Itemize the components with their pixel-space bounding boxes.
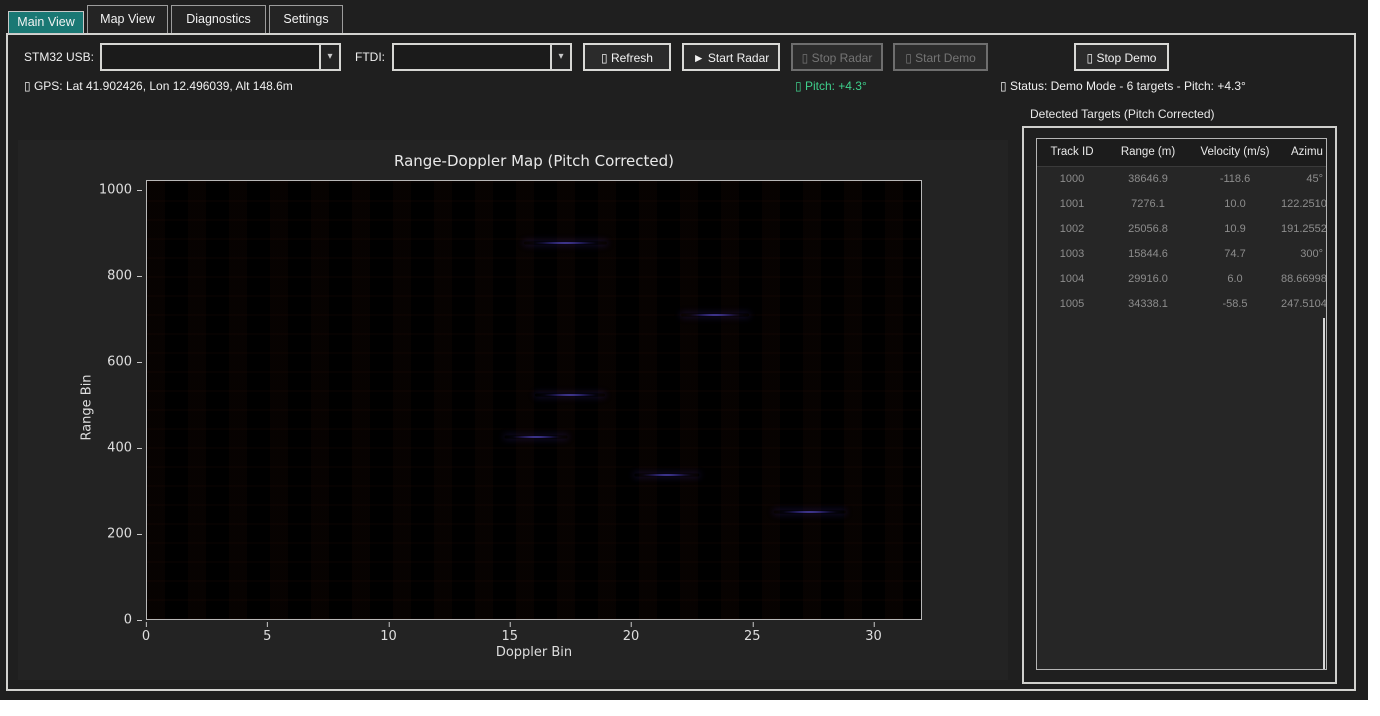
table-cell: 45° [1281,167,1326,192]
table-cell: 1004 [1037,267,1107,292]
table-cell: 38646.9 [1107,167,1189,192]
range-doppler-figure: Range-Doppler Map (Pitch Corrected) Rang… [18,140,1008,680]
chevron-down-icon[interactable]: ▾ [550,45,570,69]
target-return-streak [524,241,606,244]
refresh-button[interactable]: ▯ Refresh [583,43,671,71]
y-tick-label: 800 [107,269,142,284]
targets-groupbox: Track ID Range (m) Velocity (m/s) Azimu … [1022,126,1337,684]
table-cell: 247.5104 [1281,292,1326,317]
y-tick-label: 600 [107,355,142,370]
x-tick-label: 5 [263,629,271,644]
table-cell: 7276.1 [1107,192,1189,217]
table-row[interactable]: 100534338.1-58.5247.5104 [1037,292,1326,317]
tab-map-view[interactable]: Map View [87,5,168,34]
tab-settings[interactable]: Settings [269,5,343,34]
table-cell: 34338.1 [1107,292,1189,317]
stm32-usb-label: STM32 USB: [24,50,94,64]
table-row[interactable]: 10017276.110.0122.2510 [1037,192,1326,217]
ftdi-label: FTDI: [355,50,385,64]
table-cell: 6.0 [1189,267,1281,292]
table-cell: 15844.6 [1107,242,1189,267]
table-cell: 1000 [1037,167,1107,192]
y-tick-label: 400 [107,441,142,456]
table-cell: 1003 [1037,242,1107,267]
chart-title: Range-Doppler Map (Pitch Corrected) [146,152,922,170]
tab-diagnostics[interactable]: Diagnostics [171,5,266,34]
app-window: Main View Map View Diagnostics Settings … [0,0,1368,700]
stm32-usb-combobox[interactable]: ▾ [100,43,341,71]
targets-table-body: 100038646.9-118.645°10017276.110.0122.25… [1037,167,1326,317]
table-row[interactable]: 100225056.810.9191.2552 [1037,217,1326,242]
y-tick-label: 0 [124,613,142,628]
table-cell: 29916.0 [1107,267,1189,292]
table-cell: 1001 [1037,192,1107,217]
table-cell: 25056.8 [1107,217,1189,242]
target-return-streak [535,394,605,397]
table-cell: 300° [1281,242,1326,267]
y-tick-label: 200 [107,527,142,542]
x-tick-label: 30 [865,629,882,644]
table-cell: 88.66998 [1281,267,1326,292]
table-cell: -118.6 [1189,167,1281,192]
y-ticks: 02004006008001000 [22,180,142,620]
range-doppler-plot [146,180,922,620]
column-header-azimuth[interactable]: Azimu [1281,139,1326,166]
column-header-velocity[interactable]: Velocity (m/s) [1189,139,1281,166]
table-cell: 74.7 [1189,242,1281,267]
table-cell: 1002 [1037,217,1107,242]
x-ticks: 051015202530 [146,621,922,645]
demo-status-text: ▯ Status: Demo Mode - 6 targets - Pitch:… [1000,79,1246,93]
table-cell: -58.5 [1189,292,1281,317]
main-content-frame: STM32 USB: ▾ FTDI: ▾ ▯ Refresh ► Start R… [6,33,1356,691]
targets-panel-title: Detected Targets (Pitch Corrected) [1030,107,1215,121]
chevron-down-icon[interactable]: ▾ [319,45,339,69]
table-row[interactable]: 100038646.9-118.645° [1037,167,1326,192]
start-demo-button[interactable]: ▯ Start Demo [893,43,988,71]
target-return-streak [634,473,699,476]
stop-demo-button[interactable]: ▯ Stop Demo [1074,43,1169,71]
start-radar-button[interactable]: ► Start Radar [682,43,780,71]
gps-status-text: ▯ GPS: Lat 41.902426, Lon 12.496039, Alt… [24,79,293,93]
x-tick-label: 10 [380,629,397,644]
pitch-status-text: ▯ Pitch: +4.3° [795,79,867,93]
ftdi-combobox[interactable]: ▾ [392,43,572,71]
target-return-streak [505,435,568,438]
table-cell: 191.2552 [1281,217,1326,242]
target-return-streak [682,314,750,317]
table-row[interactable]: 100315844.674.7300° [1037,242,1326,267]
x-axis-label: Doppler Bin [146,645,922,660]
column-header-track-id[interactable]: Track ID [1037,139,1107,166]
table-scrollbar[interactable] [1323,318,1325,670]
column-header-range[interactable]: Range (m) [1107,139,1189,166]
x-tick-label: 25 [744,629,761,644]
x-tick-label: 20 [623,629,640,644]
table-row[interactable]: 100429916.06.088.66998 [1037,267,1326,292]
x-tick-label: 0 [142,629,150,644]
y-tick-label: 1000 [99,183,142,198]
tab-main-view[interactable]: Main View [8,11,84,34]
target-return-streak [773,511,846,514]
table-cell: 10.0 [1189,192,1281,217]
stop-radar-button[interactable]: ▯ Stop Radar [791,43,883,71]
table-header: Track ID Range (m) Velocity (m/s) Azimu [1037,139,1326,167]
x-tick-label: 15 [501,629,518,644]
targets-table: Track ID Range (m) Velocity (m/s) Azimu … [1036,138,1327,670]
table-cell: 1005 [1037,292,1107,317]
table-cell: 122.2510 [1281,192,1326,217]
table-cell: 10.9 [1189,217,1281,242]
